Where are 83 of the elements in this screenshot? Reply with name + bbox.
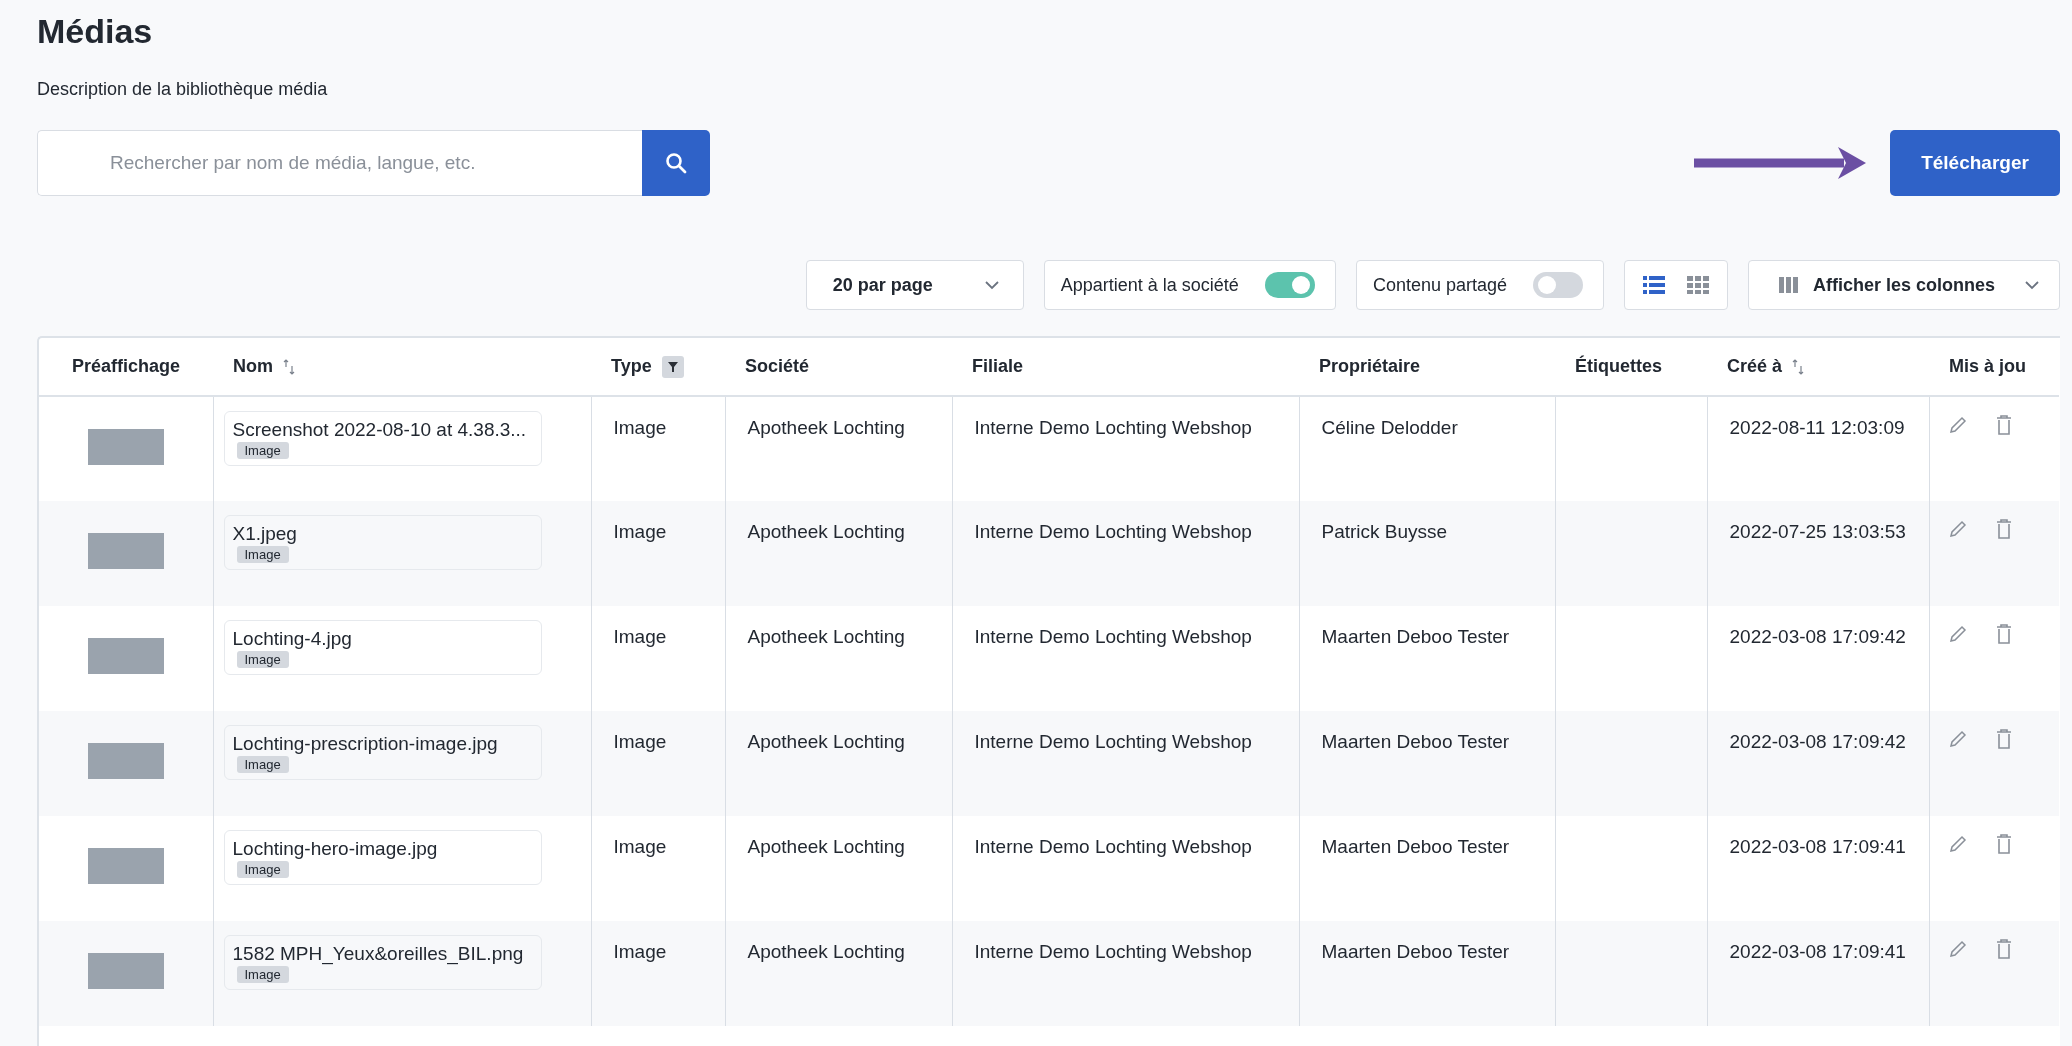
created-date: 2022-03-08 17:09:41 bbox=[1729, 836, 1906, 857]
columns-icon bbox=[1779, 277, 1799, 293]
owner-text: Maarten Deboo Tester bbox=[1321, 941, 1510, 962]
company-text: Apotheek Lochting bbox=[747, 836, 905, 857]
pencil-icon[interactable] bbox=[1947, 519, 1968, 539]
trash-icon[interactable] bbox=[1995, 624, 2012, 644]
created-date: 2022-03-08 17:09:42 bbox=[1729, 731, 1906, 752]
pencil-icon[interactable] bbox=[1947, 729, 1968, 749]
type-tag: Image bbox=[236, 651, 289, 668]
filter-icon bbox=[661, 355, 684, 378]
file-name: X1.jpeg bbox=[232, 522, 298, 546]
trash-icon[interactable] bbox=[1995, 834, 2012, 854]
grid-view-icon[interactable] bbox=[1687, 275, 1709, 295]
owner-text: Maarten Deboo Tester bbox=[1321, 836, 1510, 857]
company-text: Apotheek Lochting bbox=[747, 626, 905, 647]
page-size-dropdown[interactable]: 20 par page bbox=[805, 260, 1024, 310]
pencil-icon[interactable] bbox=[1947, 624, 1968, 644]
type-tag: Image bbox=[236, 546, 289, 563]
type-text: Image bbox=[613, 836, 667, 857]
file-name: Screenshot 2022-08-10 at 4.38.3... bbox=[232, 418, 528, 442]
column-header[interactable]: Société bbox=[745, 356, 810, 377]
column-header[interactable]: Filiale bbox=[972, 356, 1024, 377]
company-text: Apotheek Lochting bbox=[747, 941, 905, 962]
chevron-down-icon bbox=[984, 280, 999, 290]
owner-text: Maarten Deboo Tester bbox=[1321, 731, 1510, 752]
column-header[interactable]: Créé à bbox=[1727, 356, 1783, 377]
type-text: Image bbox=[613, 731, 667, 752]
company-text: Apotheek Lochting bbox=[747, 521, 905, 542]
column-header[interactable]: Mis à jou bbox=[1949, 356, 2026, 377]
columns-dropdown[interactable]: Afficher les colonnes bbox=[1748, 260, 2060, 310]
file-name: 1582 MPH_Yeux&oreilles_BIL.png bbox=[232, 942, 525, 966]
trash-icon[interactable] bbox=[1995, 415, 2012, 435]
trash-icon[interactable] bbox=[1995, 519, 2012, 539]
branch-text: Interne Demo Lochting Webshop bbox=[974, 836, 1252, 857]
file-name: Lochting-hero-image.jpg bbox=[232, 837, 439, 861]
list-view-icon[interactable] bbox=[1643, 275, 1665, 295]
owner-text: Céline Delodder bbox=[1321, 417, 1458, 438]
created-date: 2022-03-08 17:09:41 bbox=[1729, 941, 1906, 962]
owner-text: Patrick Buysse bbox=[1321, 521, 1448, 542]
type-tag: Image bbox=[236, 861, 289, 878]
column-header[interactable]: Préaffichage bbox=[71, 356, 180, 377]
type-text: Image bbox=[613, 626, 667, 647]
trash-icon[interactable] bbox=[1995, 729, 2012, 749]
branch-text: Interne Demo Lochting Webshop bbox=[974, 521, 1252, 542]
pencil-icon[interactable] bbox=[1947, 939, 1968, 959]
search-icon bbox=[665, 152, 687, 174]
company-text: Apotheek Lochting bbox=[747, 417, 905, 438]
page-title: Médias bbox=[37, 12, 154, 50]
owner-text: Maarten Deboo Tester bbox=[1321, 626, 1510, 647]
type-tag: Image bbox=[236, 966, 289, 983]
toggle-label: Appartient à la société bbox=[1060, 274, 1239, 296]
type-text: Image bbox=[613, 521, 667, 542]
search-button[interactable] bbox=[642, 130, 710, 196]
toggle-switch[interactable] bbox=[1264, 272, 1315, 298]
created-date: 2022-03-08 17:09:42 bbox=[1729, 626, 1906, 647]
branch-text: Interne Demo Lochting Webshop bbox=[974, 417, 1252, 438]
pencil-icon[interactable] bbox=[1947, 834, 1968, 854]
pencil-icon[interactable] bbox=[1947, 415, 1968, 435]
type-tag: Image bbox=[236, 442, 289, 459]
page-description: Description de la bibliothèque média bbox=[37, 78, 329, 100]
toggle-label: Contenu partagé bbox=[1372, 274, 1507, 296]
trash-icon[interactable] bbox=[1995, 939, 2012, 959]
company-text: Apotheek Lochting bbox=[747, 731, 905, 752]
column-header[interactable]: Propriétaire bbox=[1319, 356, 1421, 377]
created-date: 2022-08-11 12:03:09 bbox=[1729, 417, 1905, 438]
type-tag: Image bbox=[236, 756, 289, 773]
column-header[interactable]: Type bbox=[611, 356, 652, 377]
upload-button[interactable]: Télécharger bbox=[1890, 130, 2060, 196]
sort-icon bbox=[283, 358, 295, 375]
created-date: 2022-07-25 13:03:53 bbox=[1729, 521, 1906, 542]
type-text: Image bbox=[613, 417, 667, 438]
branch-text: Interne Demo Lochting Webshop bbox=[974, 941, 1252, 962]
sort-icon bbox=[1792, 358, 1805, 375]
branch-text: Interne Demo Lochting Webshop bbox=[974, 626, 1252, 647]
type-text: Image bbox=[613, 941, 667, 962]
toggle-switch[interactable] bbox=[1533, 272, 1583, 298]
file-name: Lochting-4.jpg bbox=[232, 627, 353, 651]
chevron-down-icon bbox=[2025, 280, 2039, 290]
branch-text: Interne Demo Lochting Webshop bbox=[974, 731, 1252, 752]
file-name: Lochting-prescription-image.jpg bbox=[232, 732, 499, 756]
column-header[interactable]: Étiquettes bbox=[1575, 356, 1662, 377]
column-header[interactable]: Nom bbox=[233, 356, 273, 377]
search-field[interactable]: Rechercher par nom de média, langue, etc. bbox=[37, 130, 642, 196]
